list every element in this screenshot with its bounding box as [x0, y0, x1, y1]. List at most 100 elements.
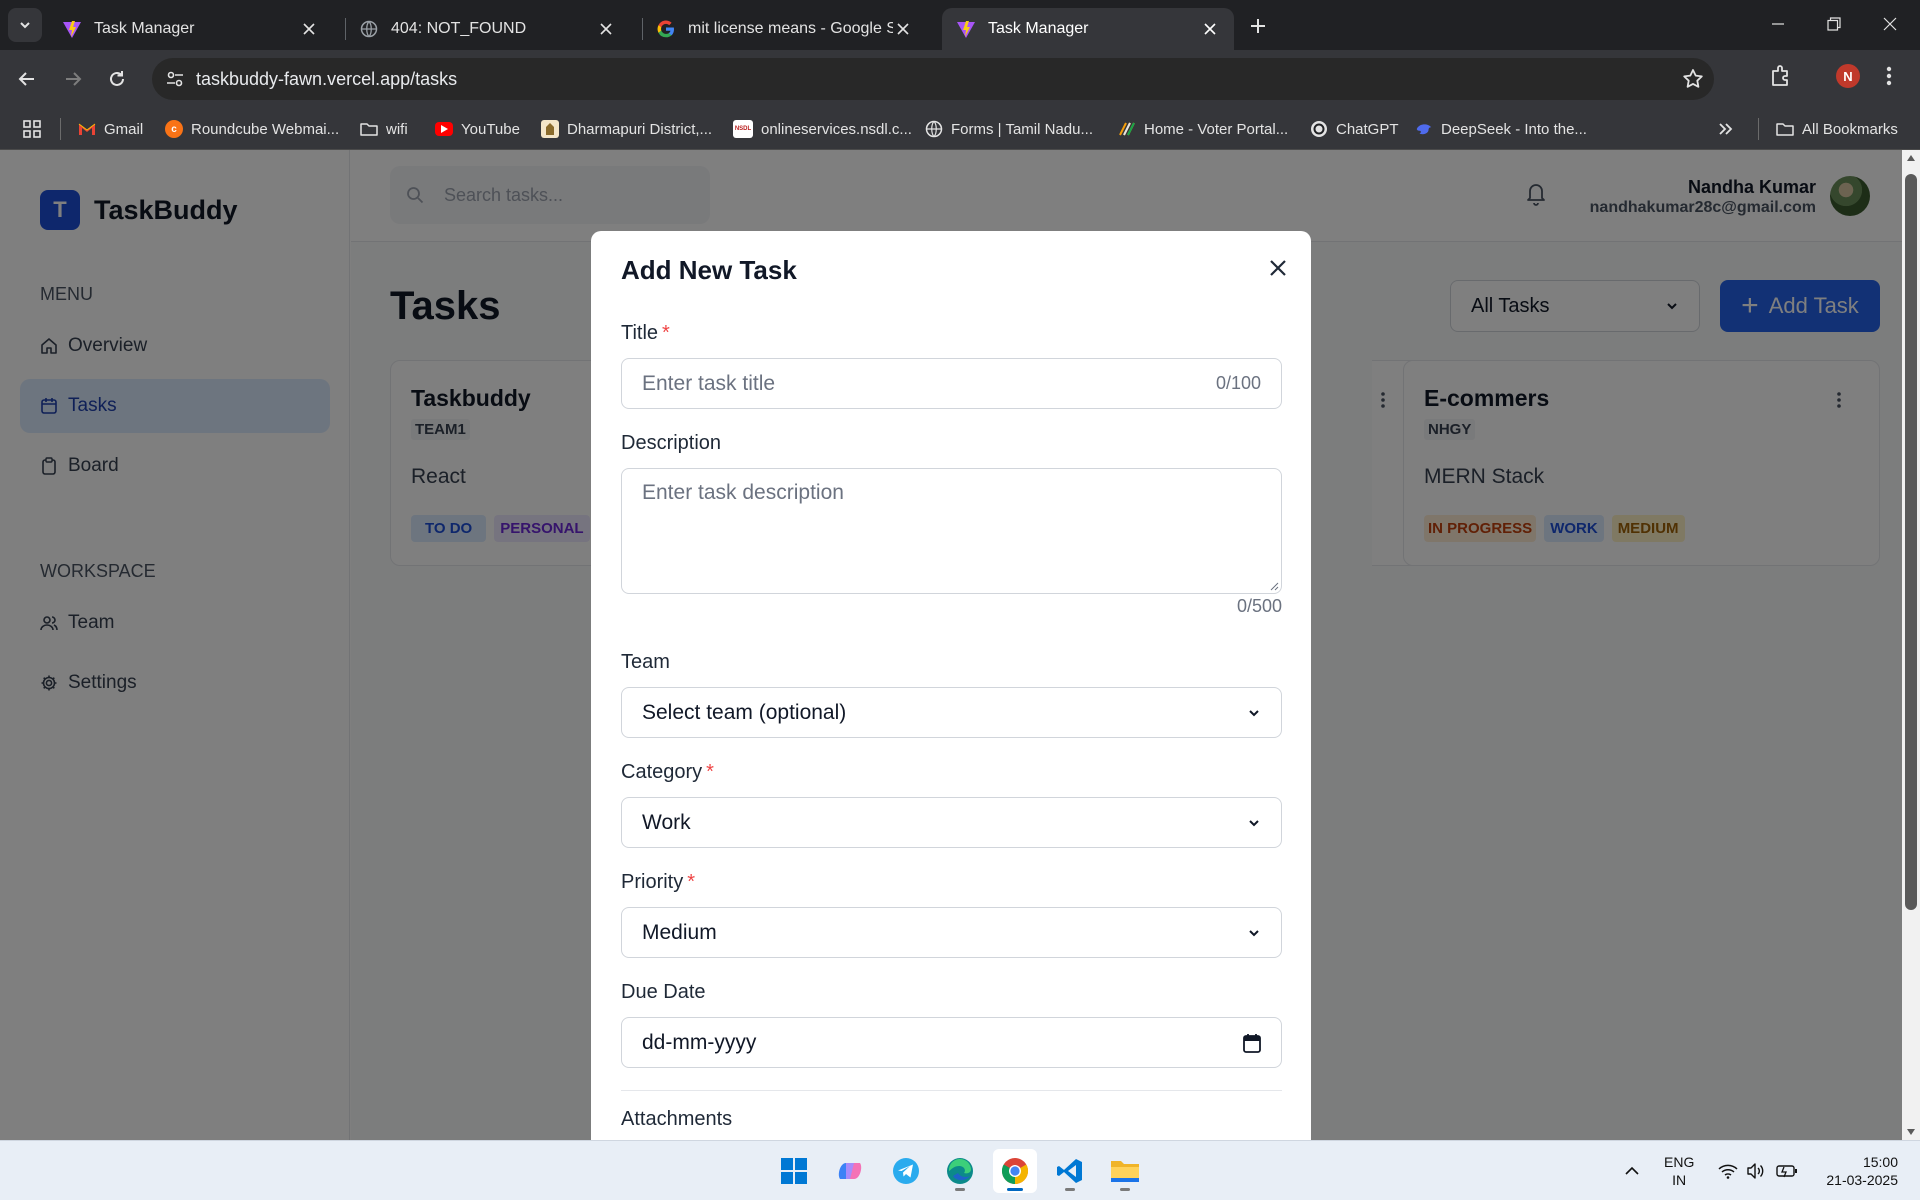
tab-title: 404: NOT_FOUND	[391, 20, 527, 37]
resize-grip-icon[interactable]	[1269, 581, 1279, 591]
bookmark-tn-forms[interactable]: Forms | Tamil Nadu...	[925, 118, 1093, 140]
team-label: Team	[621, 651, 670, 673]
bookmark-label: Home - Voter Portal...	[1144, 120, 1289, 138]
url-text[interactable]: taskbuddy-fawn.vercel.app/tasks	[196, 69, 457, 90]
vite-favicon-icon	[62, 19, 82, 39]
all-bookmarks-button[interactable]: All Bookmarks	[1776, 118, 1898, 140]
close-modal-button[interactable]	[1263, 253, 1293, 283]
taskbar-edge[interactable]	[938, 1149, 982, 1193]
scroll-up-arrow-icon[interactable]	[1906, 154, 1916, 162]
more-bookmarks-chevron-icon[interactable]	[1718, 118, 1734, 140]
tab-search-button[interactable]	[8, 8, 42, 42]
bookmark-label: Forms | Tamil Nadu...	[951, 120, 1093, 138]
input-language-indicator[interactable]: ENG IN	[1664, 1153, 1694, 1189]
new-tab-button[interactable]	[1244, 12, 1272, 40]
due-date-input[interactable]: dd-mm-yyyy	[621, 1017, 1282, 1068]
kebab-menu-icon[interactable]	[1886, 66, 1892, 86]
chrome-icon	[1001, 1158, 1029, 1185]
tab-title: Task Manager	[988, 20, 1089, 37]
bookmark-roundcube[interactable]: c Roundcube Webmai...	[165, 118, 339, 140]
task-description-textarea[interactable]: Enter task description	[621, 468, 1282, 594]
category-select[interactable]: Work	[621, 797, 1282, 848]
page-viewport: T TaskBuddy MENU Overview Tasks Board WO…	[0, 150, 1920, 1140]
battery-icon[interactable]	[1776, 1141, 1798, 1200]
extensions-icon[interactable]	[1770, 64, 1792, 88]
windows-logo-icon	[781, 1158, 807, 1184]
running-indicator	[955, 1188, 965, 1191]
bookmark-wifi-folder[interactable]: wifi	[360, 118, 408, 140]
description-label: Description	[621, 432, 722, 454]
apps-grid-icon[interactable]	[22, 118, 42, 140]
bookmark-chatgpt[interactable]: ChatGPT	[1310, 118, 1399, 140]
language-region: IN	[1672, 1172, 1687, 1188]
voter-icon	[1118, 120, 1136, 138]
taskbar-telegram[interactable]	[884, 1149, 928, 1193]
priority-label-text: Priority	[621, 871, 684, 893]
browser-tab-google-search[interactable]: mit license means - Google Sea	[642, 8, 927, 50]
category-label-text: Category	[621, 761, 703, 783]
team-select[interactable]: Select team (optional)	[621, 687, 1282, 738]
wifi-icon[interactable]	[1718, 1141, 1738, 1200]
reload-button[interactable]	[100, 62, 134, 96]
site-info-icon[interactable]	[160, 64, 190, 94]
chatgpt-icon	[1310, 120, 1328, 138]
bookmark-gmail[interactable]: Gmail	[78, 118, 143, 140]
bookmark-label: YouTube	[461, 120, 520, 138]
running-indicator	[1120, 1188, 1130, 1191]
scroll-down-arrow-icon[interactable]	[1906, 1128, 1916, 1136]
forward-button[interactable]	[56, 62, 90, 96]
title-label-text: Title	[621, 322, 659, 344]
minimize-window-button[interactable]	[1750, 0, 1806, 48]
address-bar[interactable]: taskbuddy-fawn.vercel.app/tasks	[152, 58, 1714, 100]
close-icon	[1270, 260, 1286, 276]
scrollbar-thumb[interactable]	[1905, 174, 1917, 910]
close-window-button[interactable]	[1862, 0, 1918, 48]
volume-icon[interactable]	[1746, 1141, 1766, 1200]
chevron-down-icon	[20, 22, 30, 29]
bookmark-youtube[interactable]: YouTube	[435, 118, 520, 140]
close-icon	[1883, 17, 1897, 31]
running-indicator	[1007, 1188, 1023, 1191]
google-icon	[656, 19, 676, 39]
team-select-value: Select team (optional)	[642, 700, 847, 724]
browser-tab-task-manager-active[interactable]: Task Manager	[942, 8, 1234, 50]
bookmark-nsdl[interactable]: NSDL onlineservices.nsdl.c...	[733, 118, 912, 140]
category-label: Category *	[621, 761, 714, 784]
browser-tab-404[interactable]: 404: NOT_FOUND	[345, 8, 630, 50]
taskbar-vscode[interactable]	[1048, 1149, 1092, 1193]
taskbar-copilot[interactable]	[828, 1149, 872, 1193]
bookmark-label: wifi	[386, 120, 408, 138]
bookmark-voter-portal[interactable]: Home - Voter Portal...	[1118, 118, 1288, 140]
system-clock[interactable]: 15:00 21-03-2025	[1810, 1153, 1898, 1189]
task-title-input[interactable]: Enter task title 0/100	[621, 358, 1282, 409]
deepseek-icon	[1415, 120, 1433, 138]
calendar-icon[interactable]	[1243, 1033, 1261, 1053]
back-button[interactable]	[10, 62, 44, 96]
priority-select[interactable]: Medium	[621, 907, 1282, 958]
browser-tab-task-manager-1[interactable]: Task Manager	[48, 8, 333, 50]
category-select-value: Work	[642, 810, 691, 834]
bookmark-deepseek[interactable]: DeepSeek - Into the...	[1415, 118, 1587, 140]
show-hidden-icons-chevron-icon[interactable]	[1624, 1141, 1640, 1200]
vscode-icon	[1057, 1159, 1082, 1183]
taskbar-file-explorer[interactable]	[1103, 1149, 1147, 1193]
bookmark-label: Dharmapuri District,...	[567, 120, 713, 138]
close-tab-icon[interactable]	[299, 19, 319, 39]
bookmark-star-icon[interactable]	[1682, 68, 1704, 90]
vite-favicon-icon	[956, 19, 976, 39]
clock-date: 21-03-2025	[1826, 1172, 1898, 1188]
close-tab-icon[interactable]	[893, 19, 913, 39]
taskbar-chrome[interactable]	[993, 1149, 1037, 1193]
gmail-icon	[78, 120, 96, 138]
bookmark-dharmapuri[interactable]: Dharmapuri District,...	[541, 118, 712, 140]
plus-icon	[1251, 19, 1265, 33]
profile-avatar[interactable]: N	[1836, 64, 1860, 88]
page-scrollbar[interactable]	[1902, 150, 1920, 1140]
start-button[interactable]	[772, 1149, 816, 1193]
close-tab-icon[interactable]	[596, 19, 616, 39]
edge-icon	[947, 1158, 973, 1184]
bookmark-separator	[60, 118, 61, 140]
copilot-icon	[838, 1163, 862, 1179]
close-tab-icon[interactable]	[1200, 19, 1220, 39]
restore-window-button[interactable]	[1806, 0, 1862, 48]
